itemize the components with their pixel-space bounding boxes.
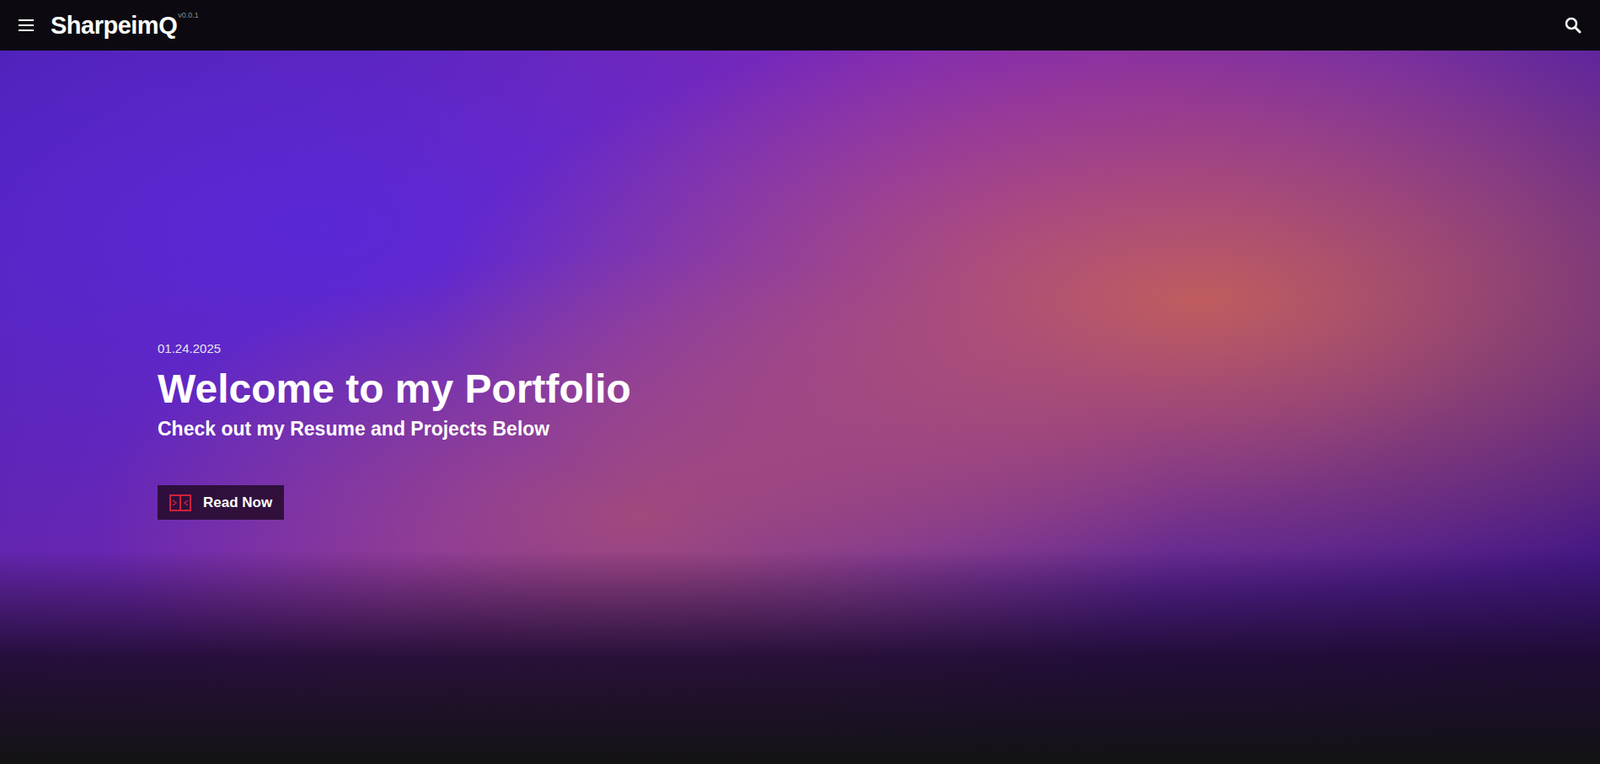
top-bar: SharpeimQv0.0.1 <box>0 0 1600 51</box>
search-icon[interactable] <box>1564 16 1582 34</box>
hero-title: Welcome to my Portfolio <box>157 367 632 413</box>
page: SharpeimQv0.0.1 01.24.2025 Welcome to my P… <box>0 0 1600 764</box>
menu-icon[interactable] <box>18 19 34 32</box>
read-now-label[interactable]: Read Now <box>203 492 273 514</box>
hero-banner: 01.24.2025 Welcome to my Portfolio Check o… <box>0 50 1600 764</box>
brand-name[interactable]: SharpeimQ <box>50 11 177 39</box>
hero-content: 01.24.2025 Welcome to my Portfolio Check o… <box>0 50 632 520</box>
brand-link[interactable]: SharpeimQv0.0.1 <box>50 13 199 38</box>
menu-button[interactable] <box>15 16 38 35</box>
read-now-button[interactable]: Read Now <box>157 485 284 521</box>
post-date: 01.24.2025 <box>157 339 632 359</box>
search-button[interactable] <box>1561 13 1585 38</box>
book-icon[interactable] <box>169 494 192 512</box>
hero-subtitle: Check out my Resume and Projects Below <box>157 417 632 442</box>
brand-group: SharpeimQv0.0.1 <box>15 13 199 38</box>
version-label: v0.0.1 <box>177 10 199 20</box>
